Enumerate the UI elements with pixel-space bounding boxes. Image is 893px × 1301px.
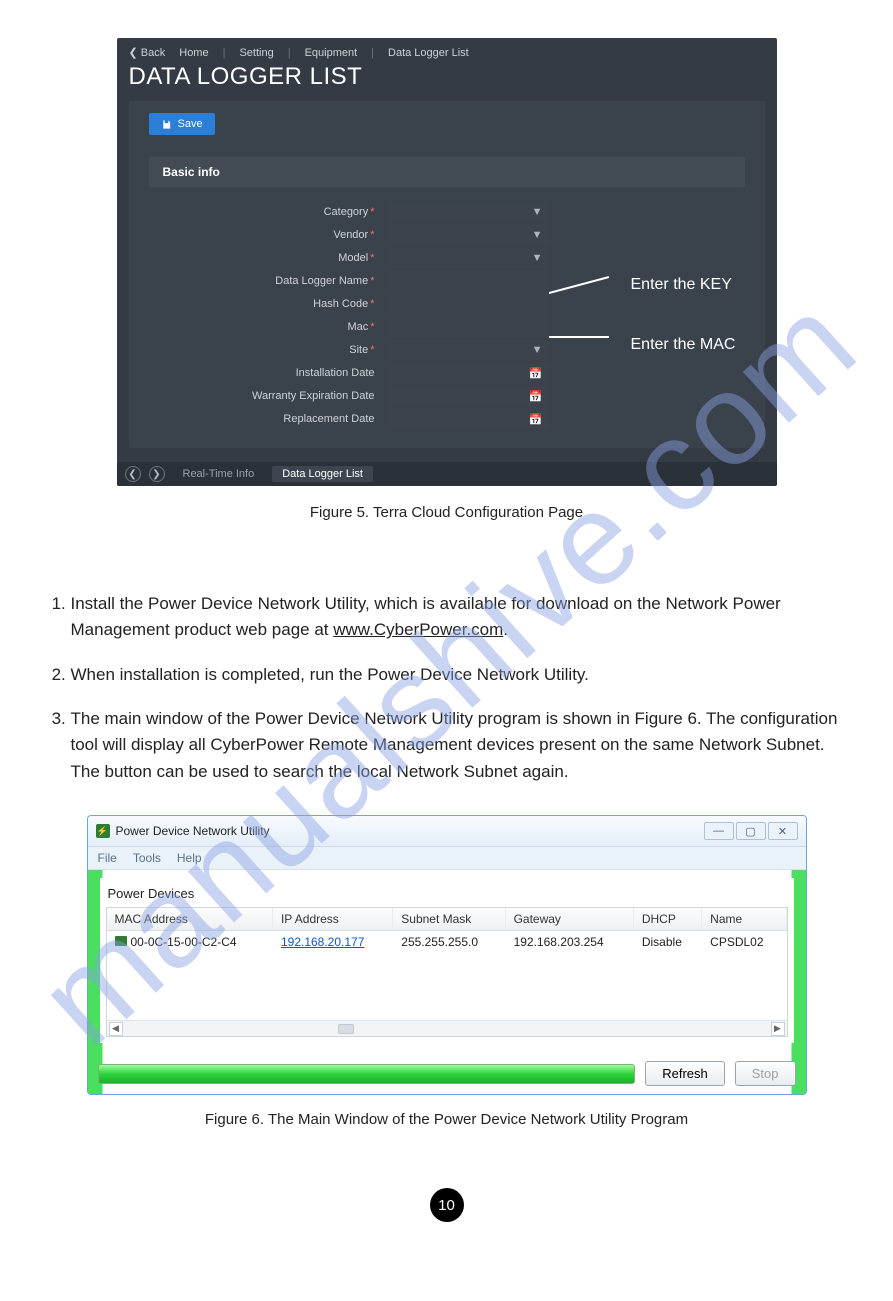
col-mask[interactable]: Subnet Mask [393, 908, 505, 931]
label-data-logger-name: Data Logger Name* [149, 275, 379, 287]
cell-mask: 255.255.255.0 [393, 931, 505, 954]
label-vendor: Vendor* [149, 229, 379, 241]
page-title: DATA LOGGER LIST [117, 63, 777, 101]
label-hash-code: Hash Code* [149, 298, 379, 310]
window-titlebar: ⚡ Power Device Network Utility — ▢ ✕ [88, 816, 806, 847]
section-header-basic-info: Basic info [149, 157, 745, 187]
label-installation-date: Installation Date [149, 367, 379, 379]
col-gw[interactable]: Gateway [505, 908, 633, 931]
field-site[interactable]: ▼ [389, 340, 549, 360]
col-name[interactable]: Name [702, 908, 786, 931]
power-devices-label: Power Devices [106, 882, 788, 907]
breadcrumb: ❮ Back Home | Setting | Equipment | Data Lo… [117, 38, 777, 63]
progress-bar [98, 1064, 636, 1084]
label-site: Site* [149, 344, 379, 356]
field-warranty-date[interactable]: 📅 [389, 386, 549, 406]
step-1-text-b: . [503, 620, 508, 639]
save-icon [161, 119, 172, 130]
cyberpower-link[interactable]: www.CyberPower.com [333, 620, 503, 639]
save-button[interactable]: Save [149, 113, 215, 135]
terra-footer: ❮ ❯ Real-Time Info Data Logger List [117, 462, 777, 486]
field-category[interactable]: ▼ [389, 202, 549, 222]
chevron-down-icon: ▼ [532, 344, 543, 356]
menu-file[interactable]: File [98, 851, 117, 865]
chevron-down-icon: ▼ [532, 206, 543, 218]
calendar-icon: 📅 [529, 413, 543, 426]
scroll-left-icon[interactable]: ◀ [109, 1022, 123, 1036]
window-close-button[interactable]: ✕ [768, 822, 798, 840]
terra-cloud-screenshot: ❮ Back Home | Setting | Equipment | Data Lo… [117, 38, 777, 486]
footer-nav-fwd-icon[interactable]: ❯ [149, 466, 165, 482]
form-panel: Save Basic info Category* ▼ Vendor* ▼ Mode… [129, 101, 765, 448]
breadcrumb-sep: | [223, 47, 226, 59]
pdnu-content: Power Devices MAC Address IP Address Sub… [88, 870, 806, 1053]
save-button-label: Save [178, 118, 203, 130]
page-number: 10 [430, 1188, 464, 1222]
refresh-button[interactable]: Refresh [645, 1061, 725, 1086]
label-category: Category* [149, 206, 379, 218]
breadcrumb-sep: | [288, 47, 291, 59]
stop-button[interactable]: Stop [735, 1061, 796, 1086]
figure-6-caption: Figure 6. The Main Window of the Power D… [87, 1111, 807, 1128]
calendar-icon: 📅 [529, 367, 543, 380]
footer-tab-datalogger[interactable]: Data Logger List [272, 466, 373, 482]
col-mac[interactable]: MAC Address [107, 908, 273, 931]
breadcrumb-back[interactable]: ❮ Back [129, 46, 166, 59]
device-grid: MAC Address IP Address Subnet Mask Gatew… [106, 907, 788, 1037]
label-model: Model* [149, 252, 379, 264]
breadcrumb-home[interactable]: Home [179, 47, 208, 59]
breadcrumb-setting[interactable]: Setting [239, 47, 273, 59]
breadcrumb-equipment[interactable]: Equipment [305, 47, 358, 59]
field-mac[interactable] [389, 317, 549, 337]
figure-6: ⚡ Power Device Network Utility — ▢ ✕ Fil… [87, 815, 807, 1128]
field-model[interactable]: ▼ [389, 248, 549, 268]
label-mac: Mac* [149, 321, 379, 333]
device-icon [115, 936, 127, 946]
scroll-right-icon[interactable]: ▶ [771, 1022, 785, 1036]
menubar: File Tools Help [88, 847, 806, 870]
cell-name: CPSDL02 [702, 931, 786, 954]
app-icon: ⚡ [96, 824, 110, 838]
field-installation-date[interactable]: 📅 [389, 363, 549, 383]
breadcrumb-datalogger[interactable]: Data Logger List [388, 47, 469, 59]
col-ip[interactable]: IP Address [272, 908, 392, 931]
menu-tools[interactable]: Tools [133, 851, 161, 865]
scroll-thumb[interactable] [338, 1024, 354, 1034]
window-minimize-button[interactable]: — [704, 822, 734, 840]
breadcrumb-sep: | [371, 47, 374, 59]
footer-nav-back-icon[interactable]: ❮ [125, 466, 141, 482]
figure-5: ❮ Back Home | Setting | Equipment | Data Lo… [117, 38, 777, 521]
horizontal-scrollbar[interactable]: ◀ ▶ [107, 1020, 787, 1036]
pdnu-window: ⚡ Power Device Network Utility — ▢ ✕ Fil… [87, 815, 807, 1095]
field-vendor[interactable]: ▼ [389, 225, 549, 245]
calendar-icon: 📅 [529, 390, 543, 403]
table-row[interactable]: 00-0C-15-00-C2-C4 192.168.20.177 255.255… [107, 931, 787, 954]
window-title: Power Device Network Utility [116, 824, 270, 838]
cell-dhcp: Disable [633, 931, 701, 954]
step-1: Install the Power Device Network Utility… [71, 591, 847, 644]
step-3: The main window of the Power Device Netw… [71, 706, 847, 785]
chevron-down-icon: ▼ [532, 252, 543, 264]
col-dhcp[interactable]: DHCP [633, 908, 701, 931]
figure-5-caption: Figure 5. Terra Cloud Configuration Page [117, 504, 777, 521]
field-replacement-date[interactable]: 📅 [389, 409, 549, 429]
cell-ip-link[interactable]: 192.168.20.177 [281, 935, 364, 949]
chevron-down-icon: ▼ [532, 229, 543, 241]
footer-tab-realtime[interactable]: Real-Time Info [173, 466, 265, 482]
label-replacement-date: Replacement Date [149, 413, 379, 425]
instruction-list: Install the Power Device Network Utility… [47, 591, 847, 785]
cell-gw: 192.168.203.254 [505, 931, 633, 954]
window-maximize-button[interactable]: ▢ [736, 822, 766, 840]
basic-info-form: Category* ▼ Vendor* ▼ Model* ▼ Data Logger … [129, 193, 765, 448]
breadcrumb-back-label: Back [141, 47, 165, 59]
step-2: When installation is completed, run the … [71, 662, 847, 688]
field-hash-code[interactable] [389, 294, 549, 314]
cell-mac: 00-0C-15-00-C2-C4 [131, 935, 237, 949]
pdnu-footer: Refresh Stop [88, 1053, 806, 1094]
menu-help[interactable]: Help [177, 851, 202, 865]
label-warranty-date: Warranty Expiration Date [149, 390, 379, 402]
field-data-logger-name[interactable] [389, 271, 549, 291]
